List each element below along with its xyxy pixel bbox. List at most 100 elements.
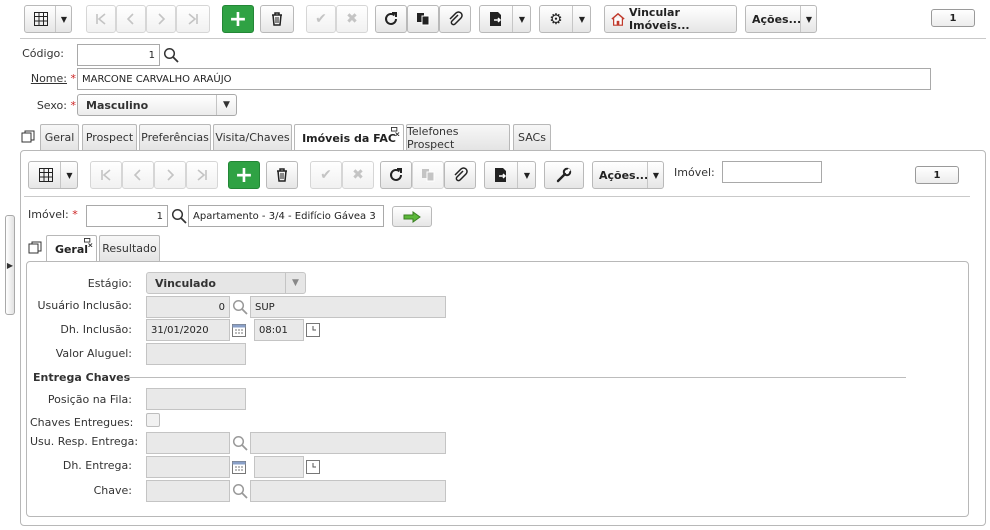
caret-right-icon: ▶: [6, 260, 14, 270]
search-icon: [232, 299, 248, 315]
codigo-input[interactable]: 1: [77, 44, 160, 66]
detach-subtabs-icon[interactable]: [28, 241, 42, 255]
sub-cancel-button[interactable]: ✖: [342, 161, 374, 189]
dh-inclusao-time: 08:01: [254, 319, 304, 341]
tab-prospect-label: Prospect: [85, 131, 134, 144]
imovel-code-input[interactable]: 1: [86, 205, 168, 227]
last-icon: [197, 169, 207, 181]
add-record-button[interactable]: +: [222, 5, 254, 33]
sub-confirm-button[interactable]: ✔: [310, 161, 342, 189]
valor-aluguel-field: [146, 343, 246, 365]
grid-view-button[interactable]: ▼: [24, 5, 72, 33]
subtab-resultado[interactable]: Resultado: [99, 235, 160, 261]
dh-inclusao-date: 31/01/2020: [146, 319, 230, 341]
duplicate-button[interactable]: [407, 5, 439, 33]
sexo-label: Sexo:: [36, 99, 67, 112]
tab-geral-label: Geral: [44, 131, 75, 144]
sexo-select[interactable]: Masculino ▼: [77, 94, 237, 116]
attach-button[interactable]: [439, 5, 471, 33]
sub-last-button[interactable]: [186, 161, 218, 189]
copy-icon: [417, 13, 430, 26]
required-mark: *: [70, 72, 77, 85]
tab-preferencias[interactable]: Preferências: [139, 124, 211, 150]
tab-sacs-label: SACs: [518, 131, 546, 144]
cancel-button[interactable]: ✖: [336, 5, 368, 33]
sub-export-button[interactable]: ▼: [484, 161, 536, 189]
sexo-value: Masculino: [86, 98, 149, 112]
tab-prospect[interactable]: Prospect: [82, 124, 137, 150]
search-icon[interactable]: [171, 208, 187, 224]
last-record-button[interactable]: [176, 5, 210, 33]
nome-label: Nome:: [30, 72, 67, 85]
chevron-down-icon[interactable]: ▼: [517, 162, 536, 188]
go-to-imovel-button[interactable]: [392, 206, 432, 227]
sub-duplicate-button[interactable]: [412, 161, 444, 189]
acoes-button[interactable]: Ações... ▼: [745, 5, 817, 33]
page-number: 1: [949, 12, 957, 24]
trash-icon: [272, 12, 282, 26]
imovel-filter-input[interactable]: [722, 161, 822, 183]
sub-previous-button[interactable]: [122, 161, 154, 189]
refresh-button[interactable]: [375, 5, 407, 33]
settings-button[interactable]: ⚙ ▼: [539, 5, 591, 33]
chevron-down-icon[interactable]: ▼: [512, 6, 531, 32]
tab-visita-chaves[interactable]: Visita/Chaves: [213, 124, 292, 150]
usu-resp-entrega-name: [250, 432, 446, 454]
sub-attach-button[interactable]: [444, 161, 476, 189]
detach-tabs-icon[interactable]: [21, 130, 35, 144]
clock-icon: [306, 323, 320, 337]
page-indicator[interactable]: 1: [931, 9, 975, 27]
sub-refresh-button[interactable]: [380, 161, 412, 189]
confirm-button[interactable]: ✔: [306, 5, 336, 33]
nome-input[interactable]: MARCONE CARVALHO ARAÚJO: [77, 68, 931, 90]
popout-icon[interactable]: [391, 127, 400, 136]
chevron-down-icon[interactable]: ▼: [55, 6, 72, 32]
popout-icon[interactable]: [84, 238, 93, 247]
export-button[interactable]: ▼: [479, 5, 531, 33]
next-icon: [158, 13, 166, 25]
side-collapse-handle[interactable]: ▶: [5, 215, 15, 315]
tab-visita-chaves-label: Visita/Chaves: [215, 131, 290, 144]
vincular-imoveis-button[interactable]: Vincular Imóveis...: [604, 5, 737, 33]
estagio-select[interactable]: Vinculado ▼: [146, 272, 306, 294]
sub-delete-button[interactable]: [266, 161, 298, 189]
nome-label-wrapper: Nome: *: [20, 72, 76, 85]
chevron-down-icon[interactable]: ▼: [60, 162, 78, 188]
sub-first-button[interactable]: [90, 161, 122, 189]
next-record-button[interactable]: [146, 5, 176, 33]
posicao-fila-field: [146, 388, 246, 410]
search-icon[interactable]: [163, 47, 179, 63]
sub-page-indicator[interactable]: 1: [915, 166, 959, 184]
previous-record-button[interactable]: [116, 5, 146, 33]
chevron-down-icon[interactable]: ▼: [572, 6, 591, 32]
check-icon: ✔: [315, 11, 327, 27]
sub-acoes-button[interactable]: Ações... ▼: [592, 161, 664, 189]
chevron-down-icon[interactable]: ▼: [647, 162, 664, 188]
delete-record-button[interactable]: [260, 5, 294, 33]
imovel-description-field: Apartamento - 3/4 - Edifício Gávea 3: [188, 205, 384, 227]
sub-next-button[interactable]: [154, 161, 186, 189]
wrench-icon: [556, 167, 572, 183]
dh-entrega-label: Dh. Entrega:: [62, 459, 132, 472]
acoes-label: Ações...: [752, 12, 802, 26]
tab-imoveis-da-fac[interactable]: Imóveis da FAC: [294, 124, 404, 151]
sub-tools-button[interactable]: [544, 161, 584, 189]
first-icon: [96, 13, 106, 25]
tab-sacs[interactable]: SACs: [513, 124, 551, 150]
sub-add-button[interactable]: +: [228, 161, 260, 189]
estagio-value: Vinculado: [155, 276, 216, 290]
sub-grid-view-button[interactable]: ▼: [28, 161, 78, 189]
first-record-button[interactable]: [86, 5, 116, 33]
chaves-entregues-checkbox[interactable]: [146, 413, 160, 427]
subtab-geral[interactable]: Geral: [46, 235, 97, 262]
arrow-right-icon: [403, 210, 421, 223]
sub-toolbar-divider: [24, 196, 970, 197]
close-icon: ✖: [346, 11, 358, 27]
search-icon: [232, 435, 248, 451]
chevron-down-icon[interactable]: ▼: [800, 6, 817, 32]
paperclip-icon: [449, 11, 463, 26]
usu-resp-entrega-label: Usu. Resp. Entrega:: [30, 435, 139, 448]
check-icon: ✔: [320, 167, 332, 183]
tab-telefones-prospect[interactable]: Telefones Prospect: [406, 124, 510, 151]
tab-geral[interactable]: Geral: [40, 124, 79, 150]
